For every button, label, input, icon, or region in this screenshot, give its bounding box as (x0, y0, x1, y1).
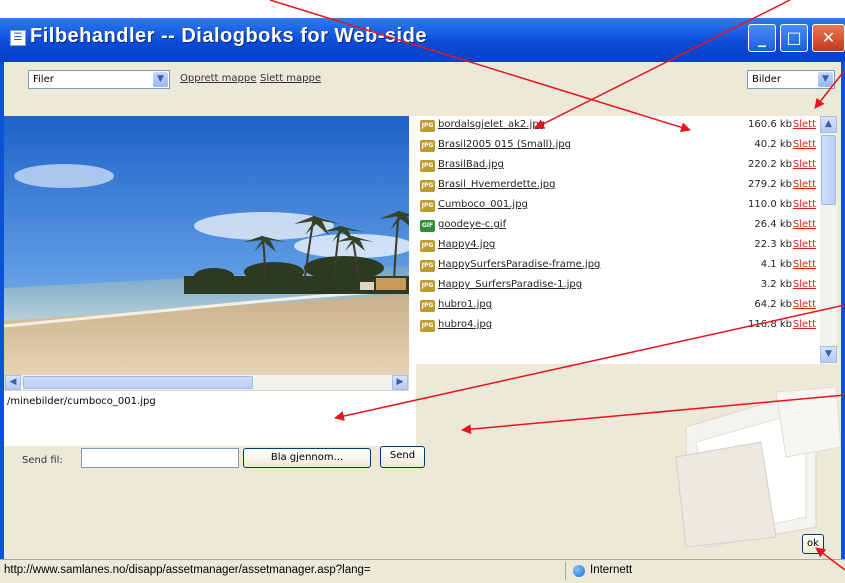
file-size: 220.2 kb (748, 159, 792, 170)
scroll-right-icon[interactable]: ▶ (392, 375, 408, 390)
folder-select[interactable]: Filer ▼ (28, 70, 170, 89)
title-bar[interactable]: ☰ Filbehandler -- Dialogboks for Web-sid… (0, 18, 845, 62)
image-preview-pane: ◀ ▶ /minebilder/cumboco_001.jpg (4, 116, 416, 446)
delete-file-link[interactable]: Slett (793, 139, 816, 150)
scrollbar-thumb[interactable] (821, 135, 836, 205)
file-size: 3.2 kb (760, 279, 792, 290)
jpg-file-icon: JPG (420, 140, 435, 152)
file-name-link[interactable]: Happy4.jpg (438, 239, 495, 250)
delete-file-link[interactable]: Slett (793, 119, 816, 130)
file-size: 64.2 kb (754, 299, 792, 310)
jpg-file-icon: JPG (420, 300, 435, 312)
file-size: 279.2 kb (748, 179, 792, 190)
browser-status-bar: http://www.samlanes.no/disapp/assetmanag… (0, 559, 845, 583)
folder-watermark-icon (666, 386, 842, 552)
file-row[interactable]: JPG BrasilBad.jpg 220.2 kb Slett (416, 156, 824, 176)
maximize-button[interactable]: □ (780, 24, 808, 52)
chevron-down-icon[interactable]: ▼ (818, 72, 833, 87)
preview-horizontal-scrollbar[interactable]: ◀ ▶ (4, 374, 409, 391)
scroll-left-icon[interactable]: ◀ (5, 375, 21, 390)
close-button[interactable]: ✕ (812, 24, 845, 52)
file-name-link[interactable]: Happy_SurfersParadise-1.jpg (438, 279, 582, 290)
delete-file-link[interactable]: Slett (793, 179, 816, 190)
dialog-body: Filer ▼ Opprett mappe Slett mappe Bilder… (4, 62, 842, 577)
create-folder-link[interactable]: Opprett mappe (180, 73, 256, 84)
file-row[interactable]: JPG hubro1.jpg 64.2 kb Slett (416, 296, 824, 316)
file-size: 160.6 kb (748, 119, 792, 130)
file-row[interactable]: JPG Cumboco_001.jpg 110.0 kb Slett (416, 196, 824, 216)
file-row[interactable]: JPG HappySurfersParadise-frame.jpg 4.1 k… (416, 256, 824, 276)
dialog-window: ☰ Filbehandler -- Dialogboks for Web-sid… (0, 18, 845, 583)
delete-folder-link[interactable]: Slett mappe (260, 73, 321, 84)
jpg-file-icon: JPG (420, 180, 435, 192)
chevron-down-icon[interactable]: ▼ (153, 72, 168, 87)
window-icon: ☰ (10, 30, 26, 46)
file-size: 22.3 kb (754, 239, 792, 250)
preview-image (4, 116, 409, 374)
gif-file-icon: GIF (420, 220, 435, 232)
file-name-link[interactable]: goodeye-c.gif (438, 219, 506, 230)
file-size: 110.0 kb (748, 199, 792, 210)
jpg-file-icon: JPG (420, 240, 435, 252)
file-name-link[interactable]: HappySurfersParadise-frame.jpg (438, 259, 600, 270)
internet-zone-icon (573, 565, 585, 577)
file-name-link[interactable]: hubro4.jpg (438, 319, 492, 330)
file-row[interactable]: JPG Brasil2005 015 (Small).jpg 40.2 kb S… (416, 136, 824, 156)
jpg-file-icon: JPG (420, 120, 435, 132)
file-row[interactable]: JPG Brasil_Hvemerdette.jpg 279.2 kb Slet… (416, 176, 824, 196)
delete-file-link[interactable]: Slett (793, 239, 816, 250)
jpg-file-icon: JPG (420, 320, 435, 332)
file-type-select[interactable]: Bilder ▼ (747, 70, 835, 89)
window-title: Filbehandler -- Dialogboks for Web-side (30, 25, 427, 47)
scroll-up-icon[interactable]: ▲ (820, 116, 837, 133)
file-name-link[interactable]: bordalsgjelet_ak2.jpg (438, 119, 545, 130)
scroll-down-icon[interactable]: ▼ (820, 346, 837, 363)
jpg-file-icon: JPG (420, 260, 435, 272)
jpg-file-icon: JPG (420, 200, 435, 212)
file-row[interactable]: JPG hubro4.jpg 116.8 kb Slett (416, 316, 824, 336)
file-size: 4.1 kb (760, 259, 792, 270)
delete-file-link[interactable]: Slett (793, 199, 816, 210)
file-size: 26.4 kb (754, 219, 792, 230)
selected-file-path: /minebilder/cumboco_001.jpg (7, 396, 156, 407)
ok-button[interactable]: ok (802, 534, 824, 554)
file-row[interactable]: GIF goodeye-c.gif 26.4 kb Slett (416, 216, 824, 236)
file-name-link[interactable]: hubro1.jpg (438, 299, 492, 310)
file-name-link[interactable]: Brasil_Hvemerdette.jpg (438, 179, 555, 190)
status-divider (565, 562, 566, 580)
file-size: 40.2 kb (754, 139, 792, 150)
file-name-link[interactable]: Cumboco_001.jpg (438, 199, 528, 210)
minimize-button[interactable]: _ (748, 24, 776, 52)
delete-file-link[interactable]: Slett (793, 299, 816, 310)
file-name-link[interactable]: Brasil2005 015 (Small).jpg (438, 139, 571, 150)
file-list-vertical-scrollbar[interactable]: ▲ ▼ (820, 116, 837, 364)
status-url: http://www.samlanes.no/disapp/assetmanag… (4, 564, 371, 576)
delete-file-link[interactable]: Slett (793, 219, 816, 230)
send-file-label: Send fil: (22, 455, 63, 466)
delete-file-link[interactable]: Slett (793, 279, 816, 290)
delete-file-link[interactable]: Slett (793, 319, 816, 330)
file-name-link[interactable]: BrasilBad.jpg (438, 159, 504, 170)
file-upload-input[interactable] (81, 448, 239, 468)
file-type-value: Bilder (752, 74, 782, 85)
delete-file-link[interactable]: Slett (793, 259, 816, 270)
status-zone: Internett (590, 564, 633, 576)
jpg-file-icon: JPG (420, 280, 435, 292)
file-row[interactable]: JPG bordalsgjelet_ak2.jpg 160.6 kb Slett (416, 116, 824, 136)
jpg-file-icon: JPG (420, 160, 435, 172)
file-list: JPG bordalsgjelet_ak2.jpg 160.6 kb Slett… (416, 116, 824, 364)
file-size: 116.8 kb (748, 319, 792, 330)
file-row[interactable]: JPG Happy4.jpg 22.3 kb Slett (416, 236, 824, 256)
file-row[interactable]: JPG Happy_SurfersParadise-1.jpg 3.2 kb S… (416, 276, 824, 296)
folder-select-value: Filer (33, 74, 54, 85)
delete-file-link[interactable]: Slett (793, 159, 816, 170)
send-button[interactable]: Send (380, 446, 425, 468)
browse-button[interactable]: Bla gjennom... (243, 448, 371, 468)
scrollbar-thumb[interactable] (23, 376, 253, 389)
